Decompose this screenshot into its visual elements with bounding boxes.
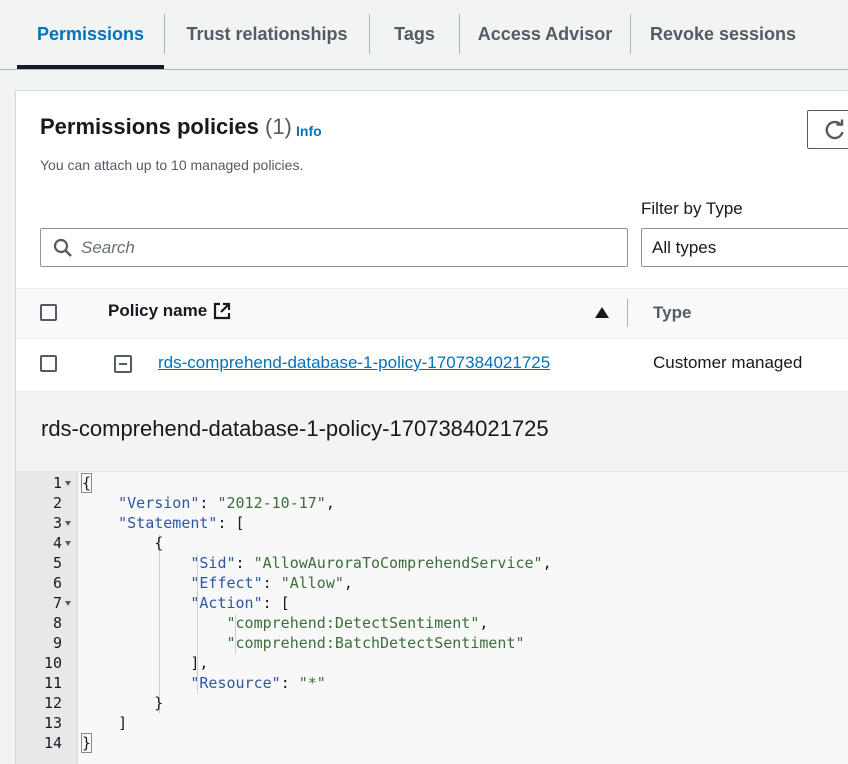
policy-detail-title: rds-comprehend-database-1-policy-1707384… xyxy=(41,416,549,441)
code-key: "Version" xyxy=(118,494,200,512)
active-tab-indicator xyxy=(17,65,164,69)
code-line: ], xyxy=(82,654,209,672)
column-header-policy-name-label: Policy name xyxy=(108,301,208,320)
policy-count: (1) xyxy=(265,114,292,139)
code-line: "Action": [ xyxy=(190,594,290,612)
code-line: } xyxy=(82,694,164,712)
section-title-text: Permissions policies xyxy=(40,114,259,139)
line-number: 4 xyxy=(52,534,62,552)
line-number: 6 xyxy=(52,574,62,592)
code-line: "Effect": "Allow", xyxy=(190,574,353,592)
row-checkbox[interactable] xyxy=(40,355,57,372)
line-number: 13 xyxy=(43,714,62,732)
line-number: 8 xyxy=(52,614,62,632)
code-line: "comprehend:DetectSentiment", xyxy=(226,614,489,632)
tab-access-advisor[interactable]: Access Advisor xyxy=(460,0,630,69)
line-number: 12 xyxy=(43,694,62,712)
policy-type: Customer managed xyxy=(653,353,803,372)
policy-json-viewer[interactable]: 1 2 3 4 5 6 7 8 9 10 11 12 13 14 { "Vers… xyxy=(16,471,848,764)
tab-trust-relationships[interactable]: Trust relationships xyxy=(165,0,369,69)
code-line: ] xyxy=(82,714,128,732)
code-close-brace: } xyxy=(80,733,93,753)
code-string: "*" xyxy=(298,674,326,692)
line-number: 2 xyxy=(52,494,62,512)
code-line: "Version": "2012-10-17", xyxy=(118,494,335,512)
code-open-brace: { xyxy=(80,473,93,493)
filter-by-type-label: Filter by Type xyxy=(641,199,743,218)
code-string: "2012-10-17" xyxy=(217,494,326,512)
refresh-button[interactable] xyxy=(807,110,848,149)
line-number: 1 xyxy=(52,474,62,492)
column-header-policy-name[interactable]: Policy name xyxy=(108,301,231,321)
code-line: "Sid": "AllowAuroraToComprehendService", xyxy=(190,554,552,572)
line-number: 9 xyxy=(52,634,62,652)
code-string: "comprehend:DetectSentiment" xyxy=(226,614,480,632)
fold-arrow-icon[interactable] xyxy=(65,601,71,606)
code-key: "Effect" xyxy=(190,574,263,592)
section-title: Permissions policies (1) xyxy=(40,114,292,140)
tab-tags[interactable]: Tags xyxy=(370,0,459,69)
code-line: { xyxy=(80,473,93,493)
column-header-type[interactable]: Type xyxy=(653,303,691,323)
line-number: 3 xyxy=(52,514,62,532)
type-filter-value: All types xyxy=(652,237,717,257)
code-line: "Statement": [ xyxy=(118,514,245,532)
code-string: "AllowAuroraToComprehendService" xyxy=(253,554,543,572)
column-divider xyxy=(627,299,628,327)
search-box xyxy=(40,228,628,267)
line-number: 5 xyxy=(52,554,62,572)
line-number-gutter: 1 2 3 4 5 6 7 8 9 10 11 12 13 14 xyxy=(16,472,78,764)
search-input[interactable] xyxy=(81,237,601,258)
code-key: "Action" xyxy=(190,594,263,612)
fold-arrow-icon[interactable] xyxy=(65,481,71,486)
tab-bar: Permissions Trust relationships Tags Acc… xyxy=(0,0,848,70)
fold-arrow-icon[interactable] xyxy=(65,521,71,526)
line-number: 10 xyxy=(43,654,62,672)
refresh-icon xyxy=(825,119,844,139)
code-key: "Sid" xyxy=(190,554,236,572)
code-line: "Resource": "*" xyxy=(190,674,326,692)
code-string: "comprehend:BatchDetectSentiment" xyxy=(226,634,525,652)
collapse-icon[interactable] xyxy=(114,355,132,373)
tab-revoke-sessions[interactable]: Revoke sessions xyxy=(631,0,815,69)
type-filter-select[interactable]: All types xyxy=(641,228,848,267)
line-number: 7 xyxy=(52,594,62,612)
code-line: "comprehend:BatchDetectSentiment" xyxy=(82,634,525,652)
line-number: 14 xyxy=(43,734,62,752)
code-key: "Resource" xyxy=(190,674,281,692)
tab-permissions[interactable]: Permissions xyxy=(17,0,164,69)
code-line: } xyxy=(80,733,93,753)
section-description: You can attach up to 10 managed policies… xyxy=(40,157,304,173)
search-icon xyxy=(53,238,72,257)
line-number: 11 xyxy=(43,674,62,692)
info-link[interactable]: Info xyxy=(296,123,322,139)
policy-name-link[interactable]: rds-comprehend-database-1-policy-1707384… xyxy=(158,353,550,373)
code-string: "Allow" xyxy=(280,574,344,592)
fold-arrow-icon[interactable] xyxy=(65,541,71,546)
external-link-icon xyxy=(214,302,231,320)
select-all-checkbox[interactable] xyxy=(40,304,57,321)
code-key: "Statement" xyxy=(118,514,218,532)
code-line: { xyxy=(82,534,164,552)
sort-ascending-icon[interactable] xyxy=(595,307,609,318)
